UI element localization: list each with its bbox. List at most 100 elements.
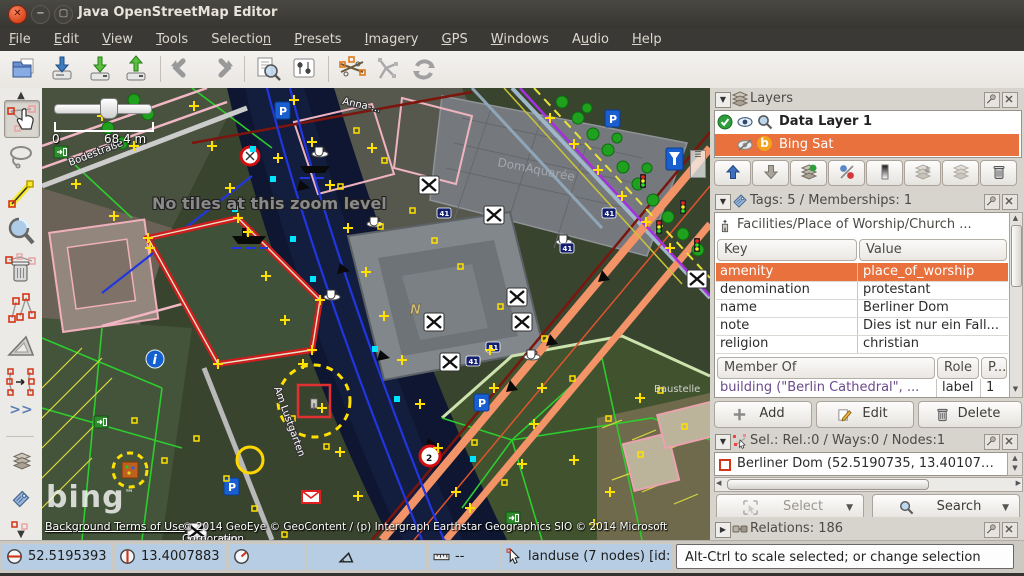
membership-position: 1	[982, 379, 1006, 396]
collapse-icon[interactable]: ▼	[715, 434, 731, 450]
terms-of-use-link[interactable]: Background Terms of Use	[45, 520, 185, 533]
layer-row-bing[interactable]: b Bing Sat	[715, 134, 1019, 156]
tag-row[interactable]: amenity place_of_worship	[716, 263, 1008, 281]
save-icon[interactable]	[46, 54, 78, 84]
tag-value: Berliner Dom	[859, 299, 1007, 316]
menu-imagery[interactable]: Imagery	[356, 29, 428, 52]
upload-icon[interactable]	[120, 54, 152, 84]
select-tool-button[interactable]	[4, 100, 40, 138]
tag-row[interactable]: note Dies ist nur ein Fall...	[716, 317, 1008, 335]
scroll-left-icon[interactable]: ◀	[716, 478, 721, 489]
scroll-up-icon[interactable]: ▲	[1011, 214, 1020, 223]
delete-tool-button[interactable]	[4, 252, 38, 288]
layers-dialog-button[interactable]	[4, 444, 38, 478]
delete-tag-button[interactable]: Delete	[918, 401, 1022, 428]
layer-row-data[interactable]: Data Layer 1	[715, 111, 1019, 134]
split-tool-button[interactable]	[4, 290, 38, 326]
menu-presets[interactable]: Presets	[285, 29, 350, 52]
layer-name[interactable]: Bing Sat	[779, 137, 833, 152]
position-header[interactable]: P...	[981, 357, 1007, 379]
close-button[interactable]: ✕	[8, 5, 27, 24]
map-scale-bar	[54, 122, 154, 132]
node-icon	[719, 459, 731, 471]
menu-gps[interactable]: GPS	[433, 29, 477, 52]
visibility-eye-icon[interactable]	[737, 114, 753, 130]
maximize-button[interactable]: ▢	[54, 5, 73, 24]
tag-row[interactable]: name Berliner Dom	[716, 299, 1008, 317]
tag-row[interactable]: religion christian	[716, 335, 1008, 353]
menu-windows[interactable]: Windows	[482, 29, 558, 52]
active-check-icon[interactable]	[717, 114, 733, 130]
zoom-slider-handle[interactable]	[100, 98, 118, 119]
layer-visibility-button[interactable]	[828, 160, 865, 186]
refresh-icon[interactable]	[408, 54, 440, 84]
layer-name[interactable]: Data Layer 1	[779, 114, 872, 129]
membership-row[interactable]: building ("Berlin Cathedral", ... label …	[716, 379, 1008, 397]
more-tools-button[interactable]: >>	[4, 402, 38, 428]
value-column-header[interactable]: Value	[859, 239, 1007, 261]
combine-way-icon[interactable]	[372, 54, 404, 84]
minimize-button[interactable]: −	[31, 5, 50, 24]
layer-activate-button[interactable]	[790, 160, 827, 186]
preferences-icon[interactable]	[288, 54, 320, 84]
collapse-icon[interactable]: ▼	[715, 194, 731, 210]
edit-tag-button[interactable]: Edit	[816, 401, 914, 428]
add-tag-button[interactable]: Add	[714, 401, 812, 428]
menu-audio[interactable]: Audio	[563, 29, 618, 52]
selection-list[interactable]: Berliner Dom (52.5190735, 13.4010752)	[714, 452, 1008, 476]
status-help-text: Alt-Ctrl to scale selected; or change se…	[676, 544, 1014, 569]
menu-help[interactable]: Help	[623, 29, 671, 52]
close-panel-icon[interactable]	[1002, 434, 1018, 450]
scroll-thumb[interactable]	[727, 479, 929, 490]
close-panel-icon[interactable]	[1002, 522, 1018, 538]
pin-icon[interactable]	[984, 434, 1000, 450]
map-menu-icon[interactable]: ☰	[690, 150, 706, 178]
download-icon[interactable]	[84, 54, 116, 84]
expand-icon[interactable]: ▶	[715, 522, 731, 538]
redo-icon[interactable]	[204, 54, 236, 84]
parallel-tool-button[interactable]	[4, 364, 38, 400]
menu-tools[interactable]: Tools	[147, 29, 197, 52]
layer-merge-button[interactable]	[904, 160, 941, 186]
scroll-down-icon[interactable]: ▼	[1011, 385, 1020, 394]
role-header[interactable]: Role	[937, 357, 979, 379]
scroll-right-icon[interactable]: ▶	[1016, 478, 1021, 489]
tags-scrollbar[interactable]: ▲ ▼	[1009, 212, 1023, 398]
split-way-icon[interactable]	[336, 54, 368, 84]
pin-icon[interactable]	[984, 92, 1000, 108]
preset-row[interactable]: Facilities/Place of Worship/Church ...	[717, 215, 1007, 237]
layer-delete-button[interactable]	[980, 160, 1017, 186]
tag-row[interactable]: denomination protestant	[716, 281, 1008, 299]
selection-hscrollbar[interactable]: ◀ ▶	[714, 477, 1023, 492]
pin-icon[interactable]	[984, 194, 1000, 210]
menu-view[interactable]: View	[93, 29, 142, 52]
menu-edit[interactable]: Edit	[45, 29, 88, 52]
selection-spinner[interactable]: ▲ ▼	[1007, 452, 1023, 476]
key-column-header[interactable]: Key	[717, 239, 857, 261]
edit-toolbar: ▲ >> ▼	[0, 88, 43, 540]
visibility-eye-off-icon[interactable]	[737, 137, 753, 153]
layer-opacity-button[interactable]	[866, 160, 903, 186]
lasso-tool-button[interactable]	[4, 140, 38, 172]
close-panel-icon[interactable]	[1002, 92, 1018, 108]
search-presets-icon[interactable]	[252, 54, 284, 84]
angle-tool-button[interactable]	[4, 328, 38, 362]
member-of-header[interactable]: Member Of	[717, 357, 935, 379]
layer-duplicate-button[interactable]	[942, 160, 979, 186]
close-panel-icon[interactable]	[1002, 194, 1018, 210]
collapse-icon[interactable]: ▼	[715, 92, 731, 108]
zoom-tool-button[interactable]	[4, 214, 38, 250]
pin-icon[interactable]	[984, 522, 1000, 538]
undo-icon[interactable]	[168, 54, 200, 84]
menu-selection[interactable]: Selection	[202, 29, 280, 52]
open-icon[interactable]	[8, 54, 40, 84]
map-view[interactable]: P P P P	[42, 88, 710, 540]
layer-up-button[interactable]	[714, 160, 751, 186]
menu-file[interactable]: File	[0, 29, 40, 52]
tags-dialog-button[interactable]	[4, 482, 38, 516]
scroll-down-icon[interactable]: ▼	[0, 529, 42, 540]
draw-tool-button[interactable]	[4, 176, 38, 212]
svg-text:P: P	[478, 397, 486, 410]
layer-down-button[interactable]	[752, 160, 789, 186]
scroll-thumb[interactable]	[1011, 225, 1022, 287]
